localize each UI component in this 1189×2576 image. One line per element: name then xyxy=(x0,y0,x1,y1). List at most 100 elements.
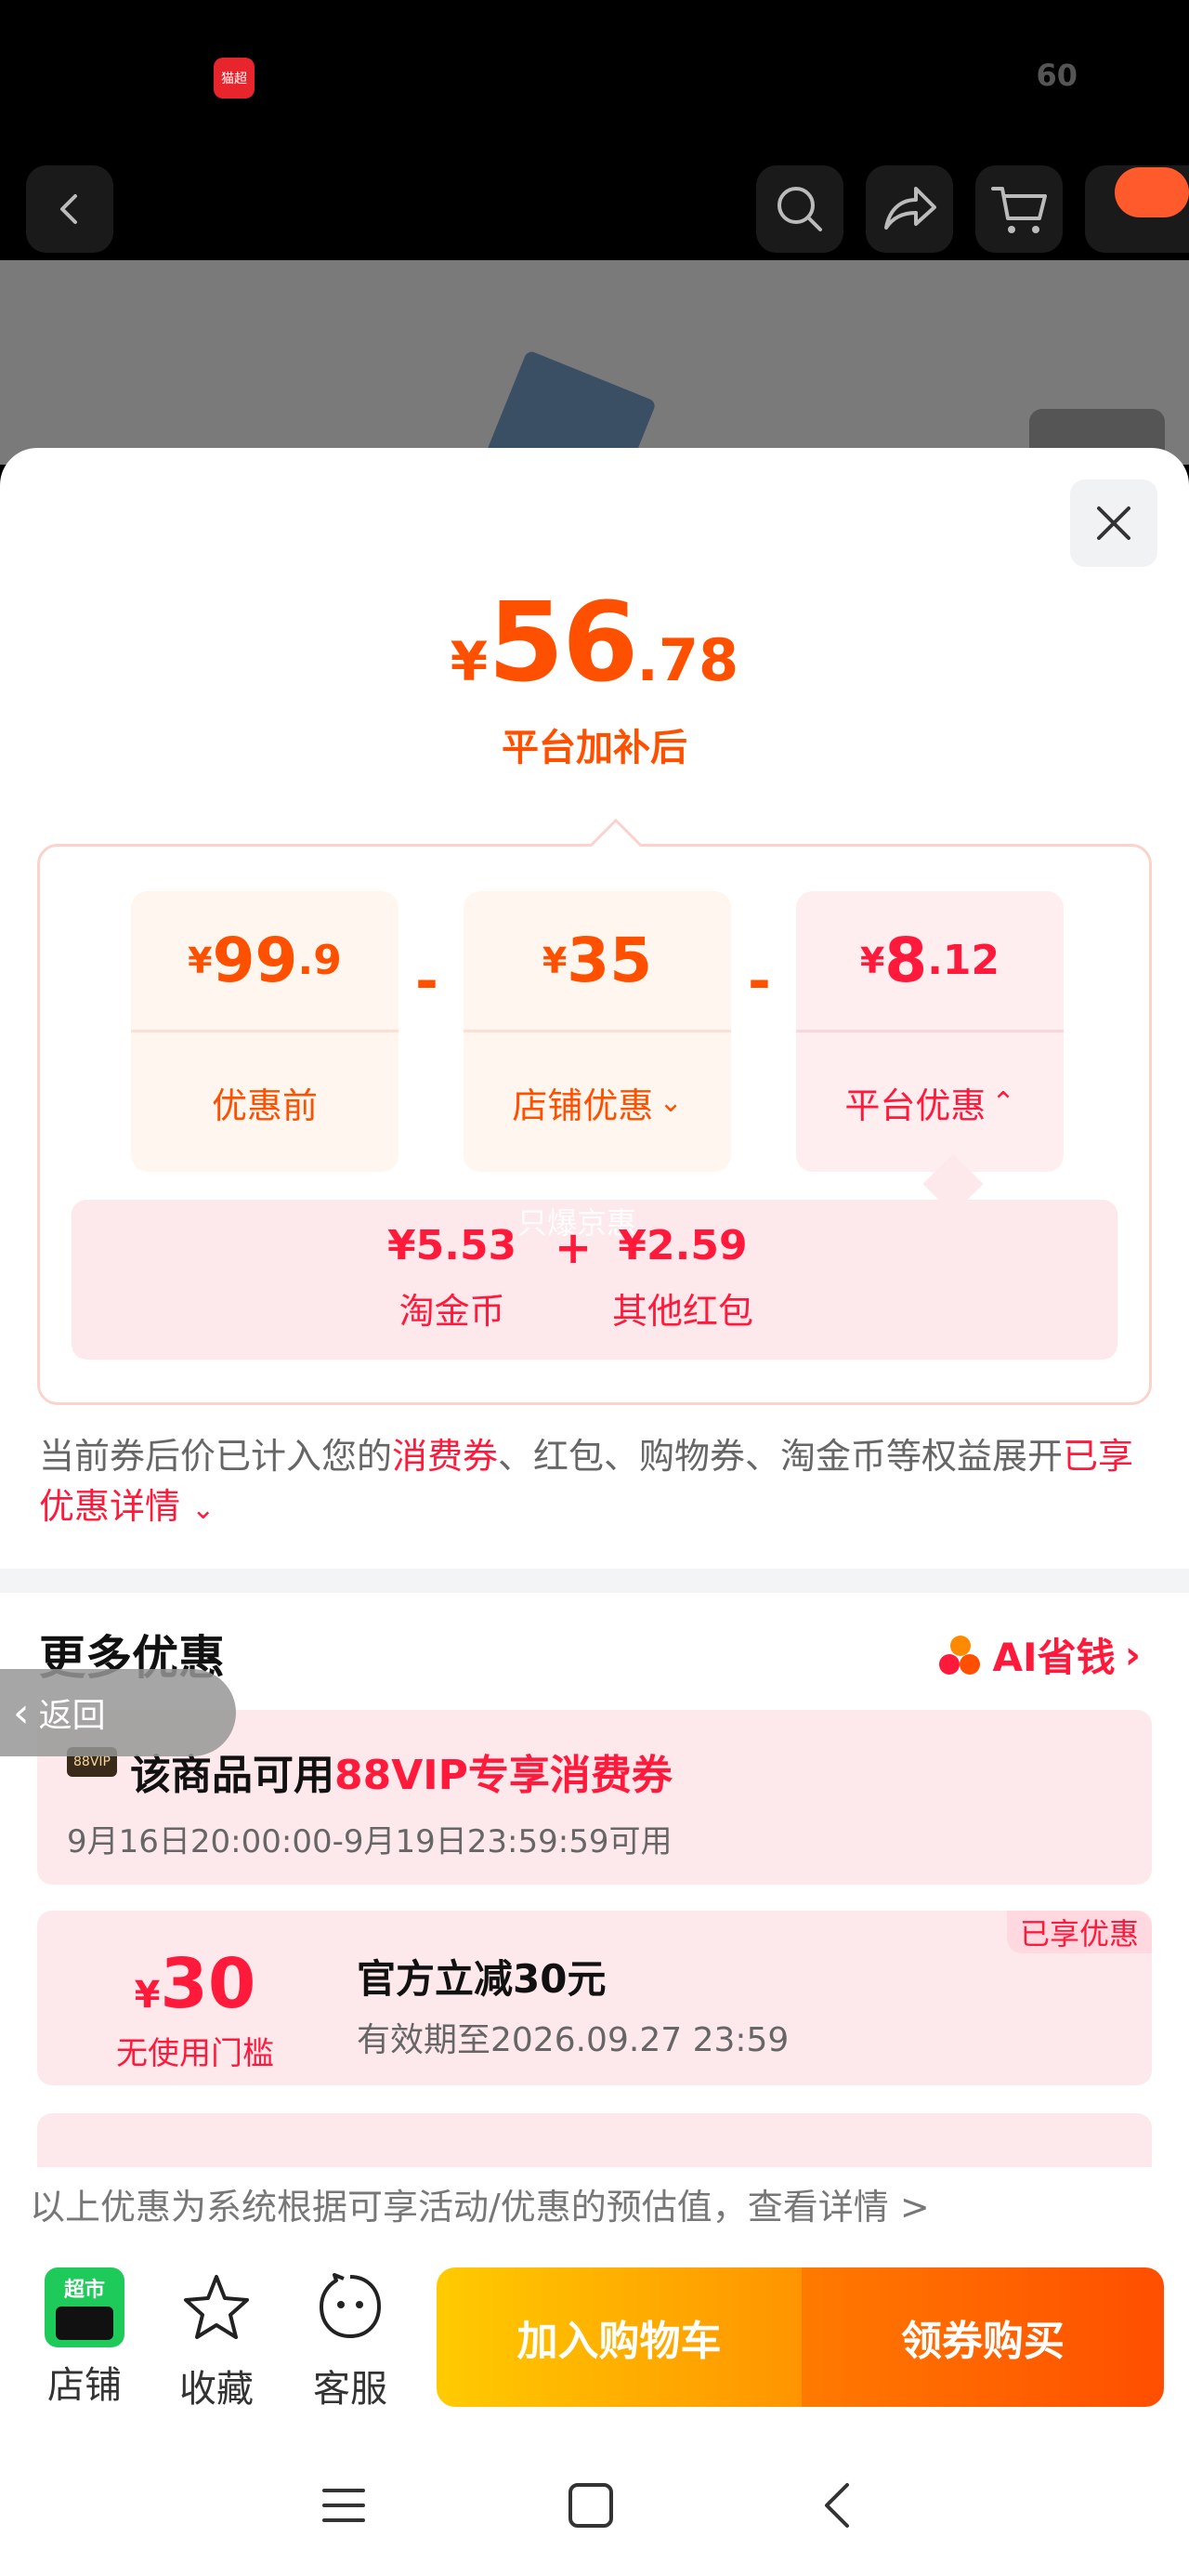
note-prefix: 当前券后价已计入您的 xyxy=(39,1436,393,1477)
card-store-discount[interactable]: ¥35 店铺优惠 ⌄ xyxy=(464,891,731,1172)
redpack-value: ¥2.59 xyxy=(618,1222,748,1269)
bottom-action-bar: 超市 店铺 收藏 客服 加入购物车 领券购买 xyxy=(0,2236,1189,2422)
home-nav-button[interactable] xyxy=(554,2468,628,2543)
coupon-title: 官方立减30元 xyxy=(357,1956,607,2002)
chevron-down-icon: ⌄ xyxy=(191,1493,216,1526)
store-label: 店铺优惠 ⌄ xyxy=(464,1032,731,1172)
return-label: 返回 xyxy=(38,1697,106,1735)
chevron-up-icon: ⌃ xyxy=(991,1085,1015,1119)
battery-level: 60 xyxy=(1036,58,1078,93)
search-button[interactable] xyxy=(756,165,843,253)
close-icon xyxy=(1097,506,1130,540)
store-button[interactable]: 超市 店铺 xyxy=(33,2267,136,2409)
before-amount: ¥99.9 xyxy=(131,891,399,1032)
chevron-left-icon: ‹ xyxy=(13,1689,30,1737)
before-label: 优惠前 xyxy=(211,1084,318,1126)
platform-currency: ¥ xyxy=(859,940,885,981)
platform-label: 平台优惠 ⌃ xyxy=(796,1032,1064,1172)
store-label-text: 店铺优惠 xyxy=(512,1084,654,1126)
coin-label: 淘金币 xyxy=(399,1291,505,1332)
coupon-value: 30 xyxy=(160,1944,256,2024)
coupon-condition: 无使用门槛 xyxy=(116,2035,274,2072)
note-middle: 、红包、购物券、淘金币等权益展开 xyxy=(498,1436,1064,1477)
ai-save-label: AI省钱 xyxy=(992,1635,1116,1680)
store-label: 店铺 xyxy=(47,2364,122,2407)
minus-sign: - xyxy=(748,949,771,1014)
note-consumer-coupon: 消费券 xyxy=(392,1436,499,1477)
next-coupon-card[interactable] xyxy=(37,2113,1152,2169)
return-button[interactable]: ‹ 返回 xyxy=(0,1669,236,1756)
app-notification-icon: 猫超 xyxy=(214,58,255,99)
enjoyed-badge: 已享优惠 xyxy=(1006,1911,1152,1953)
menu-nav-button[interactable] xyxy=(307,2468,381,2543)
vip-coupon-validity: 9月16日20:00:00-9月19日23:59:59可用 xyxy=(67,1823,673,1860)
price-subtitle: 平台加补后 xyxy=(502,727,687,769)
service-label: 客服 xyxy=(313,2368,387,2411)
back-nav-button[interactable] xyxy=(801,2468,875,2543)
chevron-right-icon: › xyxy=(1124,1632,1141,1677)
status-bar: 猫超 60 xyxy=(0,0,1189,158)
coupon-currency: ¥ xyxy=(134,1974,161,2017)
store-amount: ¥35 xyxy=(464,891,731,1032)
favorite-label: 收藏 xyxy=(179,2368,254,2411)
price-currency: ¥ xyxy=(450,630,489,693)
store-integer: 35 xyxy=(567,925,653,996)
add-to-cart-button[interactable]: 加入购物车 xyxy=(437,2267,802,2407)
plus-sign: + xyxy=(555,1222,593,1274)
platform-label-text: 平台优惠 xyxy=(844,1084,986,1126)
more-button[interactable] xyxy=(1085,165,1189,253)
chevron-left-icon xyxy=(60,194,77,224)
price-integer: 56 xyxy=(488,578,638,706)
share-button[interactable] xyxy=(866,165,953,253)
store-badge-text: 超市 xyxy=(63,2279,105,2302)
cart-icon xyxy=(991,187,1047,233)
favorite-button[interactable]: 收藏 xyxy=(165,2267,268,2412)
coupon-validity: 有效期至2026.09.27 23:59 xyxy=(357,2021,790,2059)
redpack-label: 其他红包 xyxy=(612,1291,754,1332)
product-image-area xyxy=(0,260,1189,506)
home-square-icon xyxy=(568,2483,613,2528)
platform-decimal: .12 xyxy=(927,937,1000,984)
vip-title-prefix: 该商品可用 xyxy=(130,1752,334,1799)
final-price: ¥56.78 xyxy=(0,578,1189,706)
coin-value: ¥5.53 xyxy=(387,1222,517,1269)
minus-sign: - xyxy=(415,949,438,1014)
back-button[interactable] xyxy=(26,165,113,253)
ai-logo-icon xyxy=(937,1632,984,1678)
benefit-note: 当前券后价已计入您的消费券、红包、购物券、淘金币等权益展开已享优惠详情 ⌄ xyxy=(39,1431,1154,1535)
platform-integer: 8 xyxy=(884,925,928,996)
before-decimal: .9 xyxy=(297,937,342,984)
close-button[interactable] xyxy=(1070,480,1157,567)
coin-discount: ¥5.53 淘金币 xyxy=(387,1222,516,1334)
card-platform-discount[interactable]: ¥8.12 平台优惠 ⌃ xyxy=(796,891,1064,1172)
chevron-down-icon: ⌄ xyxy=(659,1085,683,1119)
store-icon: 超市 xyxy=(45,2267,124,2347)
breakdown-notch xyxy=(589,818,643,872)
cart-button[interactable] xyxy=(975,165,1063,253)
price-breakdown: ¥99.9 优惠前 - ¥35 店铺优惠 ⌄ - ¥8.12 平台优惠 ⌃ 只爆京惠 xyxy=(37,818,1152,1405)
service-face-icon xyxy=(320,2273,381,2338)
card-before-discount: ¥99.9 优惠前 xyxy=(131,891,399,1172)
back-triangle-icon xyxy=(825,2483,849,2528)
menu-icon xyxy=(322,2489,365,2522)
coupon-amount: ¥30 xyxy=(37,1944,353,2024)
platform-discount-detail: 只爆京惠 ¥5.53 淘金币 + ¥2.59 其他红包 xyxy=(72,1200,1117,1360)
platform-amount: ¥8.12 xyxy=(796,891,1064,1032)
top-nav-bar xyxy=(0,158,1189,260)
vip-title-highlight: 88VIP专享消费券 xyxy=(334,1752,673,1799)
before-currency: ¥ xyxy=(188,940,213,981)
star-icon xyxy=(184,2275,249,2339)
claim-coupon-buy-button[interactable]: 领券购买 xyxy=(802,2267,1164,2407)
price-decimal: .78 xyxy=(636,626,739,694)
disclaimer-text: 以上优惠为系统根据可享活动/优惠的预估值，查看详情 > xyxy=(30,2187,930,2228)
system-navigation-bar xyxy=(0,2422,1189,2576)
before-integer: 99 xyxy=(212,925,298,996)
direct-discount-coupon[interactable]: 已享优惠 ¥30 无使用门槛 官方立减30元 有效期至2026.09.27 23… xyxy=(37,1911,1152,2085)
redpack-discount: ¥2.59 其他红包 xyxy=(612,1222,753,1334)
customer-service-button[interactable]: 客服 xyxy=(299,2267,401,2412)
share-icon xyxy=(884,187,936,230)
section-divider xyxy=(0,1569,1189,1593)
store-currency: ¥ xyxy=(542,940,568,981)
ai-save-button[interactable]: AI省钱 › xyxy=(937,1626,1141,1683)
cat-face-icon xyxy=(56,2307,113,2340)
